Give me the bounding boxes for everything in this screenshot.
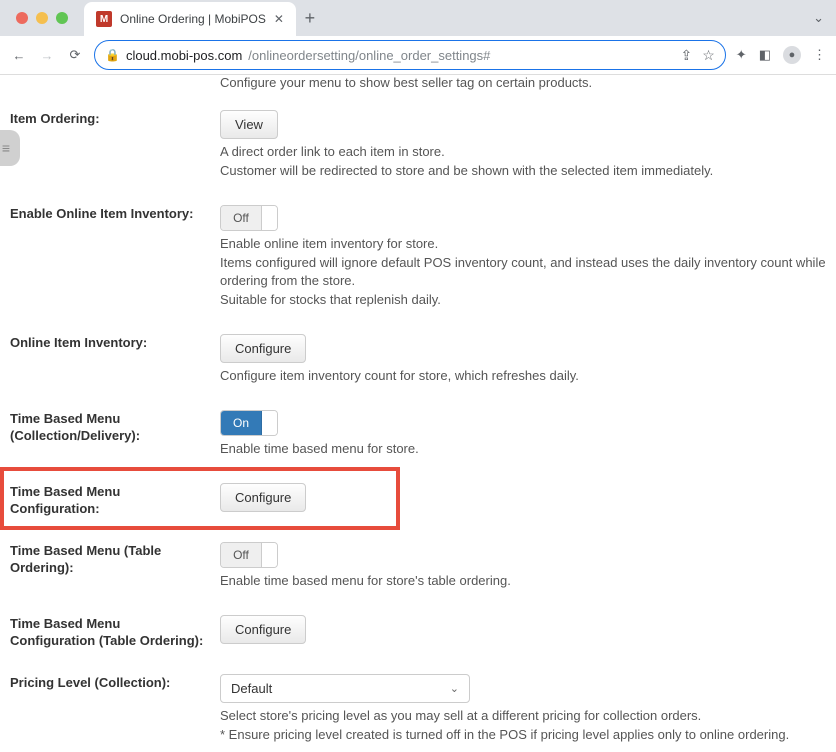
reload-button[interactable]: ⟳ xyxy=(66,47,84,63)
desc-item-ordering-2: Customer will be redirected to store and… xyxy=(220,162,826,181)
profile-avatar[interactable]: ● xyxy=(783,46,801,64)
close-window-button[interactable] xyxy=(16,12,28,24)
tab-overflow-icon[interactable]: ⌄ xyxy=(813,10,836,26)
label-item-ordering: Item Ordering: xyxy=(10,110,220,128)
label-tbm-collection: Time Based Menu (Collection/Delivery): xyxy=(10,410,220,445)
configure-tbm-table-button[interactable]: Configure xyxy=(220,615,306,644)
select-value: Default xyxy=(231,681,272,696)
extensions-icon[interactable]: ✦ xyxy=(736,47,747,63)
desc-item-ordering-1: A direct order link to each item in stor… xyxy=(220,143,826,162)
desc-enable-inventory-2: Items configured will ignore default POS… xyxy=(220,254,826,292)
row-tbm-collection: Time Based Menu (Collection/Delivery): O… xyxy=(10,400,826,473)
browser-tab[interactable]: M Online Ordering | MobiPOS ✕ xyxy=(84,2,296,36)
row-tbm-config: Time Based Menu Configuration: Configure xyxy=(10,473,826,532)
panel-icon[interactable]: ◧ xyxy=(759,47,771,63)
label-tbm-table: Time Based Menu (Table Ordering): xyxy=(10,542,220,577)
row-enable-inventory: Enable Online Item Inventory: Off Enable… xyxy=(10,195,826,324)
select-pricing-collection[interactable]: Default ⌄ xyxy=(220,674,470,703)
toggle-tbm-table[interactable]: Off xyxy=(220,542,278,568)
favicon-icon: M xyxy=(96,11,112,27)
chevron-down-icon: ⌄ xyxy=(450,682,459,695)
desc-pricing-collection-1: Select store's pricing level as you may … xyxy=(220,707,826,726)
toggle-tbm-collection[interactable]: On xyxy=(220,410,278,436)
row-item-ordering: Item Ordering: View A direct order link … xyxy=(10,100,826,195)
row-tbm-table: Time Based Menu (Table Ordering): Off En… xyxy=(10,532,826,605)
toggle-on-label: On xyxy=(221,411,261,435)
row-online-inventory: Online Item Inventory: Configure Configu… xyxy=(10,324,826,400)
address-bar[interactable]: 🔒 cloud.mobi-pos.com/onlineordersetting/… xyxy=(94,40,726,70)
view-button[interactable]: View xyxy=(220,110,278,139)
maximize-window-button[interactable] xyxy=(56,12,68,24)
url-host: cloud.mobi-pos.com xyxy=(126,48,242,63)
fragment-desc: Configure your menu to show best seller … xyxy=(10,75,826,100)
toolbar: ← → ⟳ 🔒 cloud.mobi-pos.com/onlineorderse… xyxy=(0,36,836,74)
tab-title: Online Ordering | MobiPOS xyxy=(120,12,266,26)
window-controls xyxy=(0,12,84,24)
browser-chrome: M Online Ordering | MobiPOS ✕ + ⌄ ← → ⟳ … xyxy=(0,0,836,75)
row-tbm-table-config: Time Based Menu Configuration (Table Ord… xyxy=(10,605,826,664)
toggle-handle xyxy=(261,411,277,435)
toggle-handle xyxy=(261,543,277,567)
back-button[interactable]: ← xyxy=(10,48,28,63)
toggle-enable-inventory[interactable]: Off xyxy=(220,205,278,231)
desc-tbm-table: Enable time based menu for store's table… xyxy=(220,572,826,591)
desc-enable-inventory-1: Enable online item inventory for store. xyxy=(220,235,826,254)
forward-button: → xyxy=(38,48,56,63)
row-pricing-collection: Pricing Level (Collection): Default ⌄ Se… xyxy=(10,664,826,752)
bookmark-icon[interactable]: ☆ xyxy=(702,47,715,64)
settings-page: Configure your menu to show best seller … xyxy=(0,75,836,752)
label-online-inventory: Online Item Inventory: xyxy=(10,334,220,352)
desc-pricing-collection-2: * Ensure pricing level created is turned… xyxy=(220,726,826,745)
close-tab-icon[interactable]: ✕ xyxy=(274,12,284,26)
desc-tbm-collection: Enable time based menu for store. xyxy=(220,440,826,459)
configure-inventory-button[interactable]: Configure xyxy=(220,334,306,363)
label-pricing-collection: Pricing Level (Collection): xyxy=(10,674,220,692)
url-path: /onlineordersetting/online_order_setting… xyxy=(248,48,490,63)
menu-icon[interactable]: ⋮ xyxy=(813,47,826,63)
label-tbm-table-config: Time Based Menu Configuration (Table Ord… xyxy=(10,615,220,650)
toggle-handle xyxy=(261,206,277,230)
desc-enable-inventory-3: Suitable for stocks that replenish daily… xyxy=(220,291,826,310)
label-enable-inventory: Enable Online Item Inventory: xyxy=(10,205,220,223)
share-icon[interactable]: ⇪ xyxy=(681,47,693,64)
tab-strip: M Online Ordering | MobiPOS ✕ + ⌄ xyxy=(0,0,836,36)
configure-tbm-button[interactable]: Configure xyxy=(220,483,306,512)
lock-icon: 🔒 xyxy=(105,48,120,62)
toggle-off-label: Off xyxy=(221,543,261,567)
toggle-off-label: Off xyxy=(221,206,261,230)
desc-online-inventory: Configure item inventory count for store… xyxy=(220,367,826,386)
toolbar-right: ✦ ◧ ● ⋮ xyxy=(736,46,826,64)
label-tbm-config: Time Based Menu Configuration: xyxy=(10,483,220,518)
minimize-window-button[interactable] xyxy=(36,12,48,24)
new-tab-button[interactable]: + xyxy=(296,4,324,32)
